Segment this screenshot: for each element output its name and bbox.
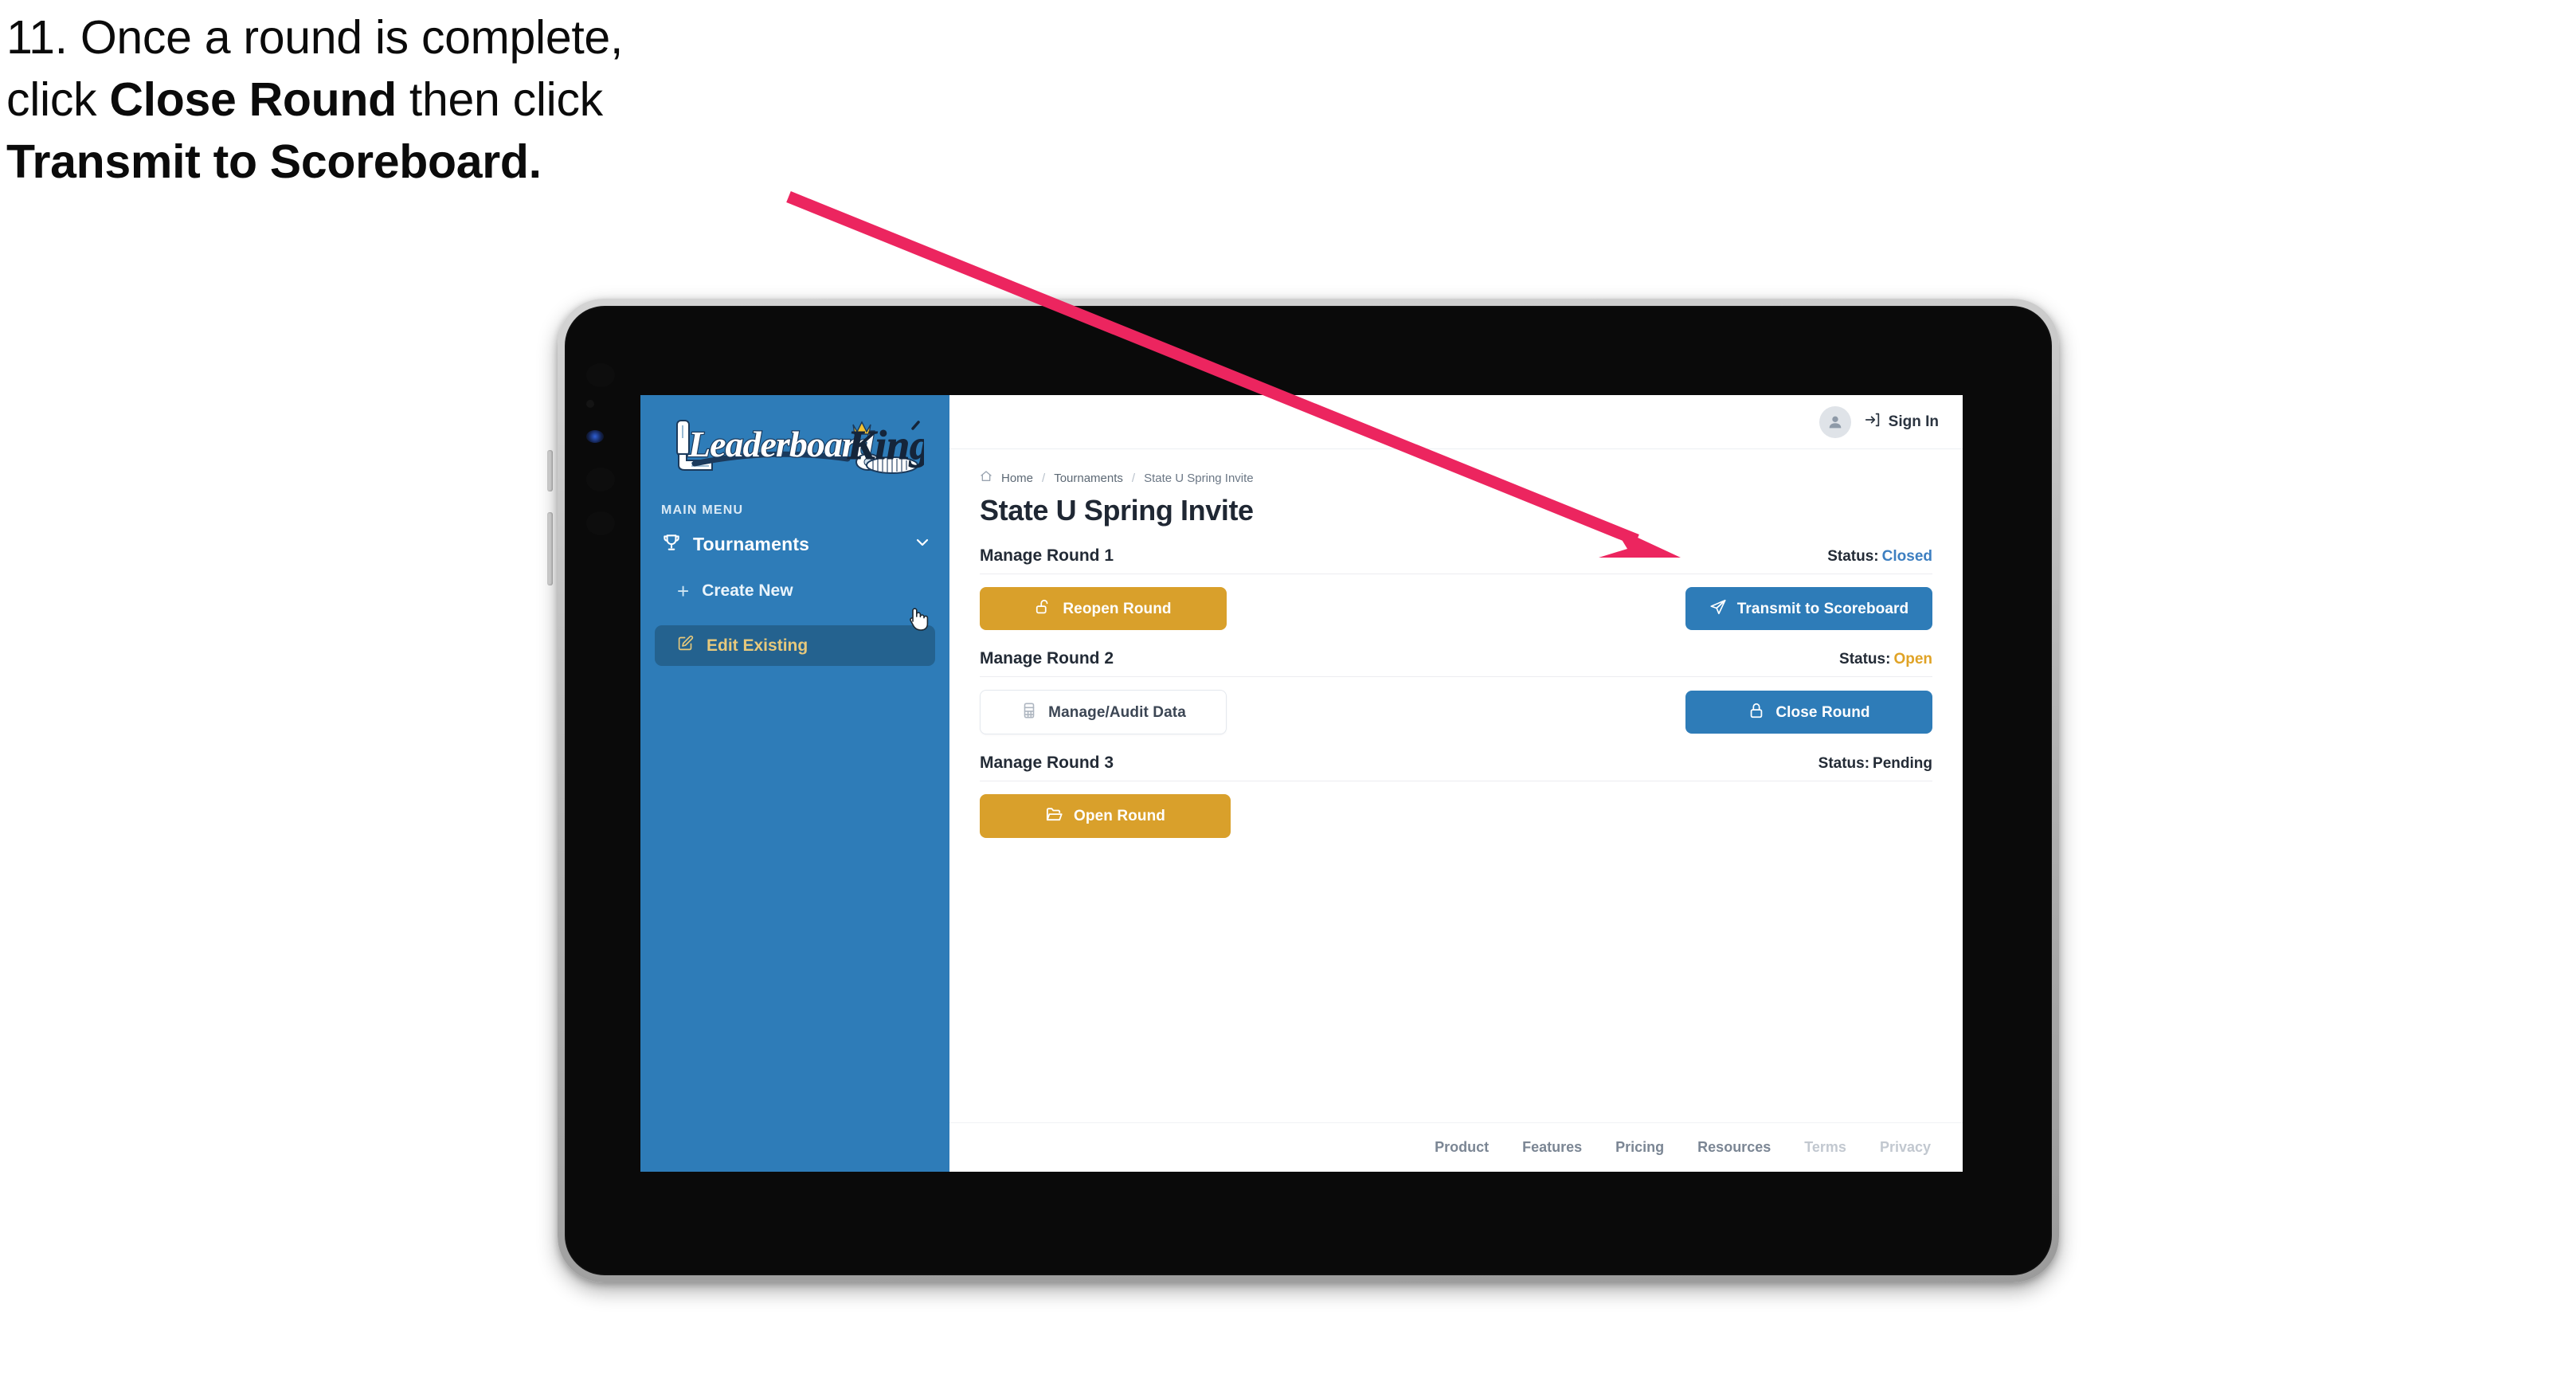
proximity-sensor-icon <box>586 400 594 408</box>
close-round-label: Close Round <box>1775 703 1870 721</box>
round-2-actions: Manage/Audit Data Close Round <box>980 677 1932 734</box>
leaderboardking-logo-icon: Leaderboard King <box>676 420 924 474</box>
volume-button-up[interactable] <box>547 450 553 491</box>
sidebar-section-label: MAIN MENU <box>661 503 744 517</box>
open-round-label: Open Round <box>1074 808 1165 824</box>
instruction-line-2-post: then click <box>396 73 603 126</box>
instruction-caption: 11. Once a round is complete, click Clos… <box>6 14 851 201</box>
round-3-actions: Open Round <box>980 781 1932 838</box>
round-1-status-label: Status: <box>1827 548 1879 565</box>
breadcrumb-separator: / <box>1042 471 1046 485</box>
breadcrumb-item-tournaments[interactable]: Tournaments <box>1054 472 1123 485</box>
close-round-button[interactable]: Close Round <box>1685 691 1932 734</box>
page-title: State U Spring Invite <box>980 494 1254 527</box>
user-avatar-icon <box>1829 416 1842 428</box>
spreadsheet-icon <box>1020 702 1038 722</box>
footer-link-terms[interactable]: Terms <box>1804 1139 1846 1156</box>
tablet-bezel: Leaderboard King MAIN MENU Tournaments +… <box>565 306 2052 1275</box>
footer-link-privacy[interactable]: Privacy <box>1880 1139 1931 1156</box>
screenshot-stage: 11. Once a round is complete, click Clos… <box>0 0 2576 1386</box>
round-3-status: Status: Pending <box>1818 755 1932 773</box>
round-2-status-label: Status: <box>1839 651 1891 668</box>
reopen-round-label: Reopen Round <box>1063 600 1172 617</box>
sidebar-item-edit-existing[interactable]: Edit Existing <box>655 625 935 666</box>
instruction-line-3: Transmit to Scoreboard. <box>6 139 851 186</box>
unlock-icon <box>1035 598 1052 619</box>
manage-audit-data-label: Manage/Audit Data <box>1048 703 1186 721</box>
sidebar-item-create-new-label: Create New <box>702 581 793 600</box>
ambient-sensor-icon <box>586 468 615 491</box>
round-1-header: Manage Round 1 Status: Closed <box>980 546 1932 574</box>
app-logo[interactable]: Leaderboard King <box>640 413 949 478</box>
round-3-title: Manage Round 3 <box>980 754 1114 772</box>
home-icon[interactable] <box>980 470 992 486</box>
open-round-button[interactable]: Open Round <box>980 794 1231 838</box>
trophy-icon <box>661 532 682 557</box>
footer-link-product[interactable]: Product <box>1435 1139 1489 1156</box>
breadcrumb-item-home[interactable]: Home <box>1001 472 1033 485</box>
round-section-1: Manage Round 1 Status: Closed Reopen Rou… <box>980 546 1932 630</box>
sign-in-button[interactable]: Sign In <box>1864 411 1939 433</box>
breadcrumb: Home / Tournaments / State U Spring Invi… <box>980 470 1932 486</box>
round-1-title: Manage Round 1 <box>980 546 1114 565</box>
svg-text:Leaderboard: Leaderboard <box>687 424 875 464</box>
round-3-status-label: Status: <box>1818 755 1870 772</box>
instruction-line-2-pre: click <box>6 73 110 126</box>
sidebar-item-tournaments[interactable]: Tournaments <box>640 518 949 557</box>
round-1-actions: Reopen Round Transmit to Scoreboard <box>980 574 1932 630</box>
tablet-device: Leaderboard King MAIN MENU Tournaments +… <box>547 299 2059 1282</box>
sidebar: Leaderboard King MAIN MENU Tournaments +… <box>640 395 949 1172</box>
footer: Product Features Pricing Resources Terms… <box>949 1122 1963 1172</box>
microphone-icon <box>586 511 615 535</box>
app-screen: Leaderboard King MAIN MENU Tournaments +… <box>640 395 1963 1172</box>
lock-icon <box>1748 702 1765 722</box>
round-2-status: Status: Open <box>1839 651 1932 668</box>
round-section-2: Manage Round 2 Status: Open Manage/Audit… <box>980 649 1932 734</box>
sidebar-item-create-new[interactable]: + Create New <box>655 571 935 611</box>
status-led-icon <box>586 430 604 443</box>
breadcrumb-separator: / <box>1131 471 1136 485</box>
volume-button-down[interactable] <box>547 512 553 585</box>
transmit-to-scoreboard-label: Transmit to Scoreboard <box>1736 600 1909 617</box>
round-2-header: Manage Round 2 Status: Open <box>980 649 1932 677</box>
footer-link-resources[interactable]: Resources <box>1697 1139 1771 1156</box>
top-bar: Sign In <box>949 395 1963 449</box>
round-3-header: Manage Round 3 Status: Pending <box>980 754 1932 781</box>
front-camera-icon <box>586 363 615 387</box>
round-section-3: Manage Round 3 Status: Pending Open Roun… <box>980 754 1932 838</box>
hand-pointer-cursor <box>906 605 930 632</box>
edit-pencil-icon <box>677 635 694 656</box>
reopen-round-button[interactable]: Reopen Round <box>980 587 1227 630</box>
sign-in-arrow-icon <box>1864 411 1881 433</box>
plus-icon: + <box>677 579 690 603</box>
round-1-status: Status: Closed <box>1827 548 1932 566</box>
instruction-line-2-bold: Close Round <box>109 73 397 126</box>
avatar[interactable] <box>1818 405 1851 438</box>
chevron-down-icon[interactable] <box>913 533 932 556</box>
sign-in-label: Sign In <box>1888 413 1939 430</box>
transmit-to-scoreboard-button[interactable]: Transmit to Scoreboard <box>1685 587 1932 630</box>
round-2-title: Manage Round 2 <box>980 649 1114 668</box>
footer-link-features[interactable]: Features <box>1522 1139 1582 1156</box>
folder-open-icon <box>1045 805 1063 827</box>
main-content: Sign In Home / Tournaments / State U Spr… <box>949 395 1963 1172</box>
breadcrumb-item-current: State U Spring Invite <box>1144 471 1254 485</box>
round-2-status-value: Open <box>1893 651 1932 668</box>
sidebar-item-tournaments-label: Tournaments <box>693 534 810 554</box>
manage-audit-data-button[interactable]: Manage/Audit Data <box>980 690 1227 734</box>
page-body: Home / Tournaments / State U Spring Invi… <box>949 449 1963 1122</box>
instruction-line-2: click Close Round then click <box>6 76 851 123</box>
footer-link-pricing[interactable]: Pricing <box>1615 1139 1664 1156</box>
round-3-status-value: Pending <box>1873 755 1932 772</box>
instruction-line-1: 11. Once a round is complete, <box>6 11 624 64</box>
paper-plane-icon <box>1709 598 1727 619</box>
instruction-line-3-bold: Transmit to Scoreboard. <box>6 135 542 188</box>
sidebar-item-edit-existing-label: Edit Existing <box>707 636 808 655</box>
round-1-status-value: Closed <box>1881 548 1932 565</box>
